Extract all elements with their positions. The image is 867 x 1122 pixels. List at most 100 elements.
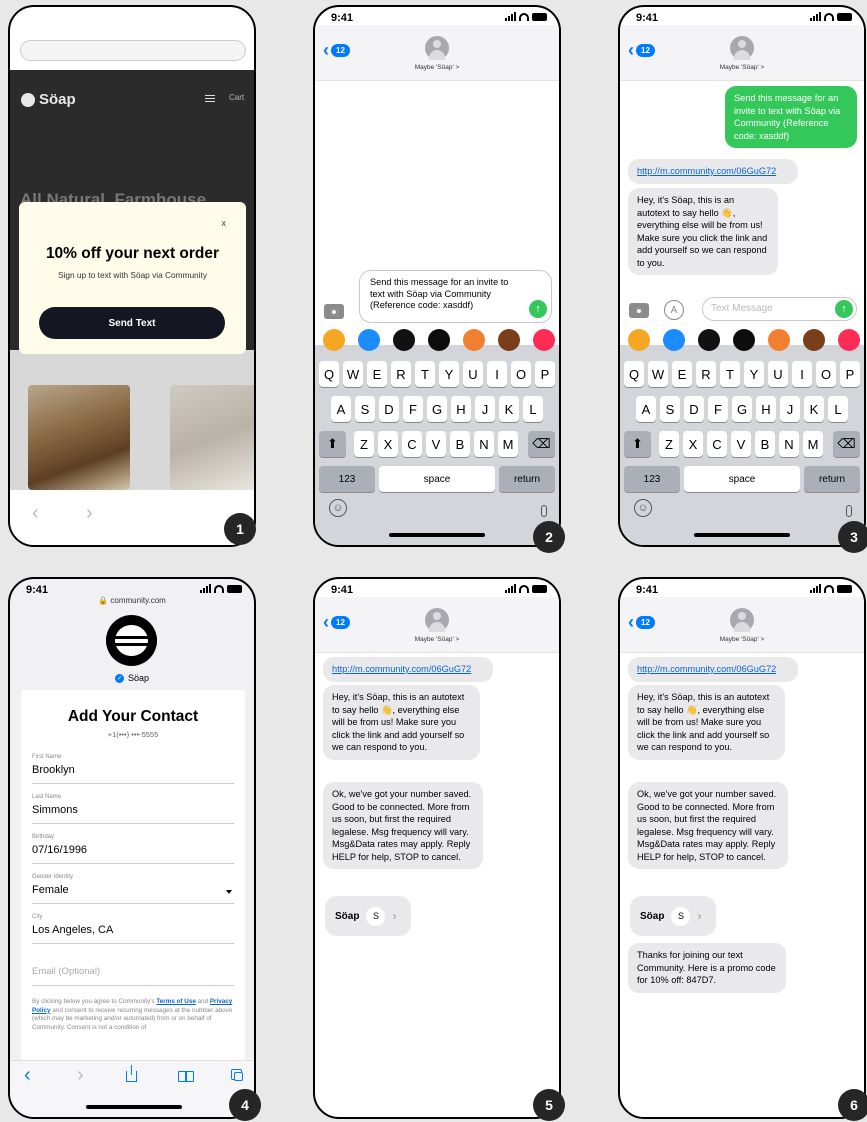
first-name-field[interactable]: First Name Brooklyn [32,754,234,784]
contact-avatar[interactable] [425,608,449,632]
app-strip-icon[interactable] [358,329,380,351]
key-b[interactable]: B [450,431,470,457]
key-p[interactable]: P [840,361,860,387]
tabs-icon[interactable] [231,1069,243,1081]
key-r[interactable]: R [391,361,411,387]
contact-name[interactable]: Maybe 'Söap' > [620,636,864,643]
contact-avatar[interactable] [425,36,449,60]
key-s[interactable]: S [660,396,680,422]
message-input[interactable]: Text Message ↑ [702,297,857,321]
delete-key[interactable]: ⌫ [528,431,555,457]
key-q[interactable]: Q [319,361,339,387]
city-field[interactable]: City Los Angeles, CA [32,914,234,944]
space-key[interactable]: space [379,466,495,492]
gender-select[interactable]: Gender Identity Female [32,874,234,904]
send-button[interactable]: ↑ [529,300,547,318]
key-d[interactable]: D [379,396,399,422]
key-b[interactable]: B [755,431,775,457]
app-strip-icon[interactable] [428,329,450,351]
delete-key[interactable]: ⌫ [833,431,860,457]
key-u[interactable]: U [768,361,788,387]
product-image-soap[interactable] [28,385,130,490]
bookmarks-icon[interactable] [178,1071,194,1082]
key-z[interactable]: Z [354,431,374,457]
key-r[interactable]: R [696,361,716,387]
return-key[interactable]: return [499,466,555,492]
back-button[interactable]: ‹ 12 [323,612,350,633]
app-strip-icon[interactable] [733,329,755,351]
menu-icon[interactable] [205,95,215,102]
key-f[interactable]: F [403,396,423,422]
contact-name[interactable]: Maybe 'Söap' > [315,64,559,71]
key-e[interactable]: E [367,361,387,387]
birthday-field[interactable]: Birthday 07/16/1996 [32,834,234,864]
key-v[interactable]: V [731,431,751,457]
app-strip-icon[interactable] [323,329,345,351]
url-bar[interactable]: 🔒 community.com [10,596,254,605]
contact-avatar[interactable] [730,608,754,632]
key-x[interactable]: X [378,431,398,457]
key-j[interactable]: J [780,396,800,422]
forward-arrow-icon[interactable]: › [77,1064,84,1087]
key-g[interactable]: G [427,396,447,422]
space-key[interactable]: space [684,466,800,492]
community-link[interactable]: http://m.community.com/06GuG72 [628,159,798,184]
send-text-button[interactable]: Send Text [39,307,225,339]
key-c[interactable]: C [707,431,727,457]
key-h[interactable]: H [756,396,776,422]
back-arrow-icon[interactable]: ‹ [24,1064,31,1087]
microphone-icon[interactable] [846,505,852,517]
key-a[interactable]: A [331,396,351,422]
app-strip-icon[interactable] [663,329,685,351]
key-h[interactable]: H [451,396,471,422]
camera-icon[interactable] [324,304,344,319]
key-s[interactable]: S [355,396,375,422]
key-l[interactable]: L [828,396,848,422]
share-icon[interactable] [126,1065,137,1082]
close-icon[interactable]: x [222,218,227,228]
key-j[interactable]: J [475,396,495,422]
cart-link[interactable]: Cart [229,93,244,102]
key-d[interactable]: D [684,396,704,422]
key-k[interactable]: K [804,396,824,422]
key-t[interactable]: T [720,361,740,387]
address-bar[interactable] [20,40,246,61]
app-strip-icon[interactable] [838,329,860,351]
contact-name[interactable]: Maybe 'Söap' > [315,636,559,643]
product-image-soap-2[interactable] [170,385,254,490]
emoji-icon[interactable]: ☺ [329,499,347,517]
key-o[interactable]: O [816,361,836,387]
key-u[interactable]: U [463,361,483,387]
back-button[interactable]: ‹ 12 [323,40,350,61]
key-g[interactable]: G [732,396,752,422]
numbers-key[interactable]: 123 [319,466,375,492]
send-button[interactable]: ↑ [835,300,853,318]
key-p[interactable]: P [535,361,555,387]
community-link[interactable]: http://m.community.com/06GuG72 [628,657,798,682]
contact-name[interactable]: Maybe 'Söap' > [620,64,864,71]
emoji-icon[interactable]: ☺ [634,499,652,517]
key-n[interactable]: N [779,431,799,457]
app-strip-icon[interactable] [698,329,720,351]
key-y[interactable]: Y [439,361,459,387]
back-arrow-icon[interactable]: ‹ [32,502,39,525]
key-c[interactable]: C [402,431,422,457]
app-store-icon[interactable]: A [664,300,684,320]
key-e[interactable]: E [672,361,692,387]
key-w[interactable]: W [648,361,668,387]
camera-icon[interactable] [629,303,649,318]
return-key[interactable]: return [804,466,860,492]
app-strip-icon[interactable] [498,329,520,351]
key-v[interactable]: V [426,431,446,457]
forward-arrow-icon[interactable]: › [86,502,93,525]
key-z[interactable]: Z [659,431,679,457]
key-y[interactable]: Y [744,361,764,387]
contact-card[interactable]: Söap S › [325,896,411,936]
app-strip-icon[interactable] [628,329,650,351]
shift-key[interactable]: ⬆ [624,431,651,457]
microphone-icon[interactable] [541,505,547,517]
app-strip-icon[interactable] [803,329,825,351]
key-q[interactable]: Q [624,361,644,387]
key-m[interactable]: M [498,431,518,457]
key-t[interactable]: T [415,361,435,387]
